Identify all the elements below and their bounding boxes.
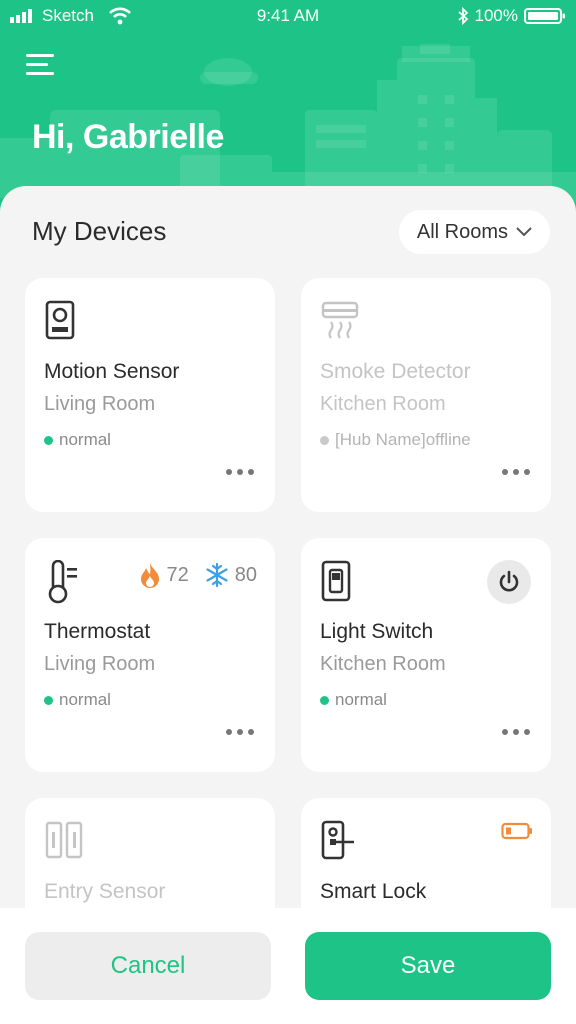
menu-icon[interactable] (26, 52, 56, 78)
motion-sensor-icon (45, 300, 75, 340)
heat-value: 72 (166, 563, 189, 586)
flame-icon (140, 563, 159, 588)
status-dot (320, 435, 329, 445)
battery-low-icon (501, 822, 532, 840)
save-button[interactable]: Save (305, 932, 551, 1000)
more-options-icon[interactable] (225, 728, 255, 736)
status-dot (44, 435, 53, 445)
rooms-filter-dropdown[interactable]: All Rooms (398, 210, 550, 254)
device-name: Motion Sensor (44, 360, 180, 383)
status-dot (44, 695, 53, 705)
status-dot (320, 695, 329, 705)
device-room: Kitchen Room (320, 393, 446, 415)
device-name: Smart Lock (320, 880, 427, 903)
device-status: normal (44, 430, 111, 450)
chevron-down-icon (516, 227, 532, 237)
cool-value: 80 (234, 563, 257, 586)
smoke-detector-icon (321, 301, 359, 339)
section-title: My Devices (32, 216, 167, 246)
battery-icon (524, 8, 565, 24)
device-card-light-switch[interactable]: Light Switch Kitchen Room normal (301, 538, 551, 772)
power-toggle-button[interactable] (487, 560, 531, 604)
device-room: Living Room (44, 653, 156, 675)
device-room: Living Room (44, 393, 156, 415)
cancel-button[interactable]: Cancel (25, 932, 271, 1000)
rooms-filter-label: All Rooms (416, 220, 508, 243)
status-text: [Hub Name]offline (335, 430, 471, 449)
action-footer: Cancel Save (0, 908, 576, 1024)
device-status: [Hub Name]offline (320, 430, 471, 450)
status-bar: Sketch 9:41 AM 100% (0, 0, 576, 34)
device-name: Smoke Detector (320, 360, 471, 383)
status-text: normal (59, 690, 111, 709)
temperature-readouts: 72 80 (139, 562, 257, 588)
entry-sensor-icon (45, 821, 83, 859)
heat-setpoint: 72 (139, 562, 189, 588)
more-options-icon[interactable] (501, 468, 531, 476)
more-options-icon[interactable] (501, 728, 531, 736)
power-icon (499, 570, 519, 592)
bluetooth-icon (457, 7, 468, 25)
device-room: Kitchen Room (320, 653, 446, 675)
status-text: normal (335, 690, 387, 709)
devices-sheet: My Devices All Rooms Motion Sensor Livin… (0, 186, 576, 1024)
device-card-motion-sensor[interactable]: Motion Sensor Living Room normal (25, 278, 275, 512)
light-switch-icon (321, 560, 351, 602)
smart-lock-icon (321, 820, 354, 860)
more-options-icon[interactable] (225, 468, 255, 476)
device-status: normal (320, 690, 387, 710)
device-name: Entry Sensor (44, 880, 166, 903)
greeting: Hi, Gabrielle (32, 118, 224, 156)
device-card-thermostat[interactable]: 72 80 Thermostat Living Room normal (25, 538, 275, 772)
device-name: Thermostat (44, 620, 151, 643)
thermometer-icon (48, 560, 77, 604)
device-card-smoke-detector[interactable]: Smoke Detector Kitchen Room [Hub Name]of… (301, 278, 551, 512)
device-name: Light Switch (320, 620, 434, 643)
battery-percent: 100% (474, 6, 518, 25)
device-status: normal (44, 690, 111, 710)
snowflake-icon (206, 563, 228, 587)
status-text: normal (59, 430, 111, 449)
cool-setpoint: 80 (205, 562, 257, 588)
